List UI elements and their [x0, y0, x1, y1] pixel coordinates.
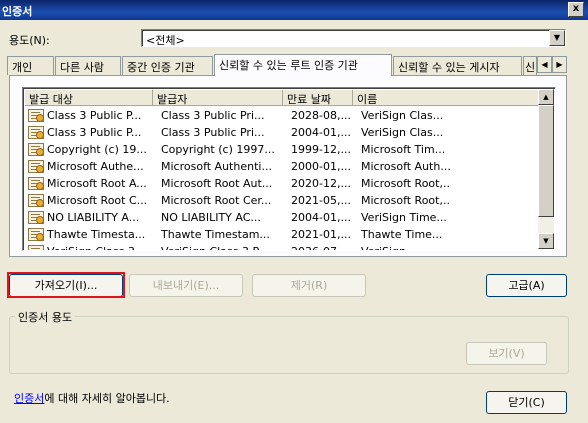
table-cell: Class 3 Public Pri...	[161, 126, 265, 139]
scroll-thumb[interactable]	[538, 105, 554, 217]
table-cell: 2020-12,...	[291, 177, 351, 190]
tab-scroll-right-icon[interactable]: ▶	[552, 56, 567, 73]
table-cell: Microsoft Authe...	[47, 160, 144, 173]
close-button[interactable]: 닫기(C)	[486, 391, 567, 414]
tab-trusted-root-ca[interactable]: 신뢰할 수 있는 루트 인증 기관	[214, 54, 392, 76]
table-row[interactable]: Microsoft Root C... Microsoft Root Cer...…	[25, 192, 539, 209]
close-icon[interactable]: x	[568, 2, 584, 17]
tab-intermediate-ca[interactable]: 중간 인증 기관	[122, 56, 213, 75]
title-bar: 인증서 x	[0, 0, 588, 20]
export-button[interactable]: 내보내기(E)...	[129, 274, 243, 297]
certificate-icon	[28, 109, 44, 122]
tab-personal[interactable]: 개인	[7, 56, 54, 75]
certificate-icon	[28, 160, 44, 173]
table-row[interactable]: NO LIABILITY A... NO LIABILITY AC... 2004-…	[25, 209, 539, 226]
table-row[interactable]: Class 3 Public P... Class 3 Public Pri...…	[25, 107, 539, 124]
tab-strip: 개인 다른 사람 중간 인증 기관 신뢰할 수 있는 루트 인증 기관 신뢰할 …	[7, 54, 567, 76]
table-cell: NO LIABILITY AC...	[161, 211, 261, 224]
table-cell: Microsoft Root Aut...	[161, 177, 273, 190]
table-cell: VeriSign Clas...	[361, 126, 444, 139]
table-row[interactable]: Class 3 Public P... Class 3 Public Pri...…	[25, 124, 539, 141]
purpose-dropdown[interactable]: <전체> ▼	[141, 29, 566, 47]
purpose-value: <전체>	[146, 34, 185, 47]
table-cell: Copyright (c) 19...	[47, 143, 147, 156]
table-cell: VeriSign Class 3...	[47, 245, 155, 250]
certificate-help-link[interactable]: 인증서	[14, 392, 44, 405]
table-cell: Microsoft Root,...	[361, 177, 451, 190]
certificate-icon	[28, 194, 44, 207]
table-cell: Microsoft Authenti...	[161, 160, 272, 173]
certificate-list[interactable]: 발급 대상 발급자 만료 날짜 이름 Class 3 Public P... Cl…	[22, 87, 556, 251]
table-row[interactable]: Copyright (c) 19... Copyright (c) 1997...…	[25, 141, 539, 158]
table-cell: 2021-01,...	[291, 228, 351, 241]
column-header-expiration[interactable]: 만료 날짜	[283, 90, 353, 106]
certificate-icon	[28, 228, 44, 241]
table-cell: 2004-01,...	[291, 211, 351, 224]
table-cell: VeriSign Class 3 P...	[161, 245, 285, 250]
scroll-down-icon[interactable]: ▼	[538, 233, 554, 249]
tab-scroll-left-icon[interactable]: ◀	[537, 56, 552, 73]
column-header-issued-by[interactable]: 발급자	[153, 90, 283, 106]
table-cell: 2036-07...	[291, 245, 357, 250]
table-cell: 2000-01,...	[291, 160, 351, 173]
list-header: 발급 대상 발급자 만료 날짜 이름	[25, 90, 539, 106]
table-row[interactable]: VeriSign Class 3... VeriSign Class 3 P...…	[25, 243, 539, 250]
view-button[interactable]: 보기(V)	[466, 342, 547, 365]
certificate-icon	[28, 245, 44, 250]
footer-text: 인증서에 대해 자세히 알아봅니다.	[14, 390, 170, 406]
table-cell: Class 3 Public P...	[47, 109, 142, 122]
table-cell: Copyright (c) 1997...	[161, 143, 275, 156]
table-row[interactable]: Microsoft Root A... Microsoft Root Aut...…	[25, 175, 539, 192]
column-header-name[interactable]: 이름	[353, 90, 539, 106]
table-cell: Microsoft Tim...	[361, 143, 446, 156]
certificate-icon	[28, 177, 44, 190]
import-highlight-box	[7, 272, 125, 298]
table-cell: 2004-01,...	[291, 126, 351, 139]
certificate-icon	[28, 126, 44, 139]
table-cell: Thawte Timestam...	[161, 228, 270, 241]
table-cell: Microsoft Auth...	[361, 160, 451, 173]
table-cell: Microsoft Root Cer...	[161, 194, 272, 207]
footer-rest: 에 대해 자세히 알아봅니다.	[44, 392, 170, 405]
tab-partial[interactable]: 신	[523, 56, 537, 75]
scroll-up-icon[interactable]: ▲	[538, 89, 554, 105]
table-cell: Microsoft Root A...	[47, 177, 147, 190]
table-cell: VeriSign Time...	[361, 211, 447, 224]
table-cell: 1999-12,...	[291, 143, 351, 156]
window-title: 인증서	[2, 5, 33, 18]
table-row[interactable]: Microsoft Authe... Microsoft Authenti... 2…	[25, 158, 539, 175]
certificate-icon	[28, 143, 44, 156]
certificate-icon	[28, 211, 44, 224]
purposes-group-label: 인증서 용도	[15, 309, 76, 325]
table-cell: Class 3 Public P...	[47, 126, 142, 139]
purpose-label: 용도(N):	[9, 34, 50, 47]
table-cell: Microsoft Root,...	[361, 194, 451, 207]
table-row[interactable]: Thawte Timesta... Thawte Timestam... 2021-…	[25, 226, 539, 243]
table-cell: Thawte Timesta...	[47, 228, 146, 241]
table-cell: VeriSign Clas...	[361, 109, 444, 122]
list-scrollbar[interactable]: ▲ ▼	[538, 89, 554, 249]
table-cell: VeriSign...	[361, 245, 451, 250]
table-cell: Class 3 Public Pri...	[161, 109, 265, 122]
table-cell: 2021-05,...	[291, 194, 351, 207]
table-cell: NO LIABILITY A...	[47, 211, 140, 224]
column-header-issued-to[interactable]: 발급 대상	[25, 90, 153, 106]
table-cell: Thawte Time...	[361, 228, 443, 241]
advanced-button[interactable]: 고급(A)	[486, 274, 567, 297]
remove-button[interactable]: 제거(R)	[252, 274, 366, 297]
table-cell: Microsoft Root C...	[47, 194, 148, 207]
tab-trusted-publishers[interactable]: 신뢰할 수 있는 게시자	[393, 56, 522, 75]
chevron-down-icon[interactable]: ▼	[549, 30, 565, 46]
table-cell: 2028-08,...	[291, 109, 351, 122]
tab-other-people[interactable]: 다른 사람	[55, 56, 121, 75]
